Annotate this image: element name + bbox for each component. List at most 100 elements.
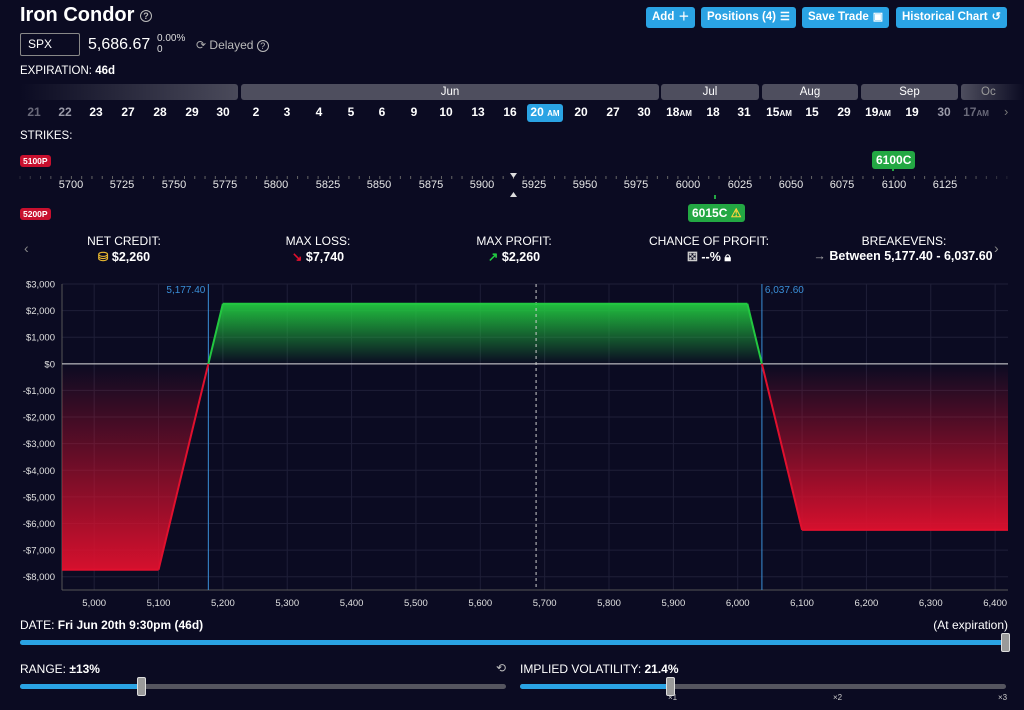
day-item[interactable]: 19 — [896, 104, 928, 120]
chance-label: CHANCE OF PROFIT: — [648, 234, 770, 248]
reset-icon[interactable]: ⟲ — [496, 661, 506, 675]
strike-tick[interactable]: 5750 — [162, 179, 186, 191]
x-tick-label: 5,400 — [340, 598, 364, 609]
page-title: Iron Condor ? — [20, 4, 152, 27]
day-item[interactable]: 30 — [207, 104, 239, 120]
day-item[interactable]: 13 — [462, 104, 494, 120]
strike-tick[interactable]: 6050 — [779, 179, 803, 191]
day-item[interactable]: 21 — [18, 104, 50, 120]
day-item[interactable]: 10 — [430, 104, 462, 120]
day-item[interactable]: 17AM — [958, 104, 994, 122]
range-slider-thumb[interactable] — [136, 677, 146, 696]
strike-tick[interactable]: 6100 — [882, 179, 906, 191]
month-band-oct[interactable]: Oc — [961, 84, 1024, 100]
net-credit-label: NET CREDIT: — [87, 234, 161, 248]
max-loss-label: MAX LOSS: — [285, 234, 351, 248]
strike-tick[interactable]: 6025 — [728, 179, 752, 191]
lock-icon[interactable]: 🔒︎ — [724, 250, 731, 264]
day-item[interactable]: 18AM — [662, 104, 696, 122]
day-item-selected[interactable]: 20 AM — [527, 104, 563, 122]
month-band-jun[interactable]: Jun — [241, 84, 659, 100]
day-item[interactable]: 29 — [828, 104, 860, 120]
strike-tick[interactable]: 5700 — [59, 179, 83, 191]
iv-slider-fill — [520, 684, 671, 689]
day-item[interactable]: 16 — [494, 104, 526, 120]
max-loss-value: ↘ $7,740 — [291, 250, 345, 264]
help-icon[interactable]: ? — [140, 9, 152, 22]
price-marker-top — [510, 173, 517, 178]
day-item[interactable]: 23 — [80, 104, 112, 120]
strike-badge-6015c[interactable]: 6015C ⚠ — [688, 204, 746, 222]
day-item[interactable]: 4 — [303, 104, 335, 120]
day-item[interactable]: 15 — [796, 104, 828, 120]
strike-tick[interactable]: 5825 — [316, 179, 340, 191]
x-tick-label: 5,300 — [275, 598, 299, 609]
month-band-jul[interactable]: Jul — [661, 84, 759, 100]
day-item[interactable]: 9 — [398, 104, 430, 120]
strike-tick[interactable]: 6000 — [676, 179, 700, 191]
y-tick-label: $1,000 — [26, 333, 55, 344]
y-tick-label: -$7,000 — [23, 546, 55, 557]
x-tick-label: 5,800 — [597, 598, 621, 609]
day-item[interactable]: 28 — [144, 104, 176, 120]
stats-next-icon[interactable]: › — [994, 240, 999, 256]
strike-tick[interactable]: 6075 — [830, 179, 854, 191]
day-item[interactable]: 18 — [697, 104, 729, 120]
y-tick-label: -$3,000 — [23, 439, 55, 450]
x-tick-label: 5,000 — [82, 598, 106, 609]
strike-tick[interactable]: 5925 — [522, 179, 546, 191]
price-marker-bottom — [510, 192, 517, 197]
delayed-help-icon[interactable]: ? — [256, 39, 269, 52]
iv-label: IMPLIED VOLATILITY: 21.4% — [520, 662, 679, 676]
day-item[interactable]: 5 — [335, 104, 367, 120]
add-button[interactable]: Add ＋ — [646, 7, 696, 28]
day-item[interactable]: 22 — [49, 104, 81, 120]
y-tick-label: $3,000 — [26, 280, 55, 291]
expiration-label: EXPIRATION: 46d — [20, 65, 116, 77]
day-item[interactable]: 15AM — [762, 104, 796, 122]
strike-tick[interactable]: 5800 — [264, 179, 288, 191]
strike-tick[interactable]: 5900 — [470, 179, 494, 191]
stats-prev-icon[interactable]: ‹ — [24, 240, 29, 256]
day-item[interactable]: 19AM — [861, 104, 895, 122]
day-item[interactable]: 30 — [928, 104, 960, 120]
x-tick-label: 6,100 — [790, 598, 814, 609]
historical-chart-button[interactable]: Historical Chart ↺ — [896, 7, 1007, 28]
scroll-right-icon[interactable]: › — [1004, 104, 1008, 119]
x-tick-label: 5,200 — [211, 598, 235, 609]
iv-tick: ×3 — [998, 693, 1008, 702]
strike-tick[interactable]: 5775 — [213, 179, 237, 191]
strike-ruler[interactable] — [0, 165, 1024, 199]
strike-tick[interactable]: 5725 — [110, 179, 134, 191]
month-band-aug[interactable]: Aug — [762, 84, 858, 100]
day-item[interactable]: 30 — [628, 104, 660, 120]
refresh-icon[interactable]: ⟳ — [196, 38, 206, 52]
day-item[interactable]: 6 — [366, 104, 398, 120]
y-tick-label: -$5,000 — [23, 492, 55, 503]
symbol-input[interactable]: SPX — [20, 33, 80, 56]
day-item[interactable]: 27 — [112, 104, 144, 120]
strike-tick[interactable]: 5950 — [573, 179, 597, 191]
strike-tick[interactable]: 5975 — [624, 179, 648, 191]
strike-tick[interactable]: 5850 — [367, 179, 391, 191]
history-icon: ↺ — [991, 11, 1001, 23]
positions-button[interactable]: Positions (4) ☰ — [701, 7, 796, 28]
pl-chart[interactable]: $3,000 $2,000 $1,000 $0 -$1,000 -$2,000 -$3,00… — [0, 270, 1024, 615]
max-profit-value: ↗ $2,260 — [487, 250, 541, 264]
save-trade-button[interactable]: Save Trade ▣ — [802, 7, 890, 28]
strike-tick[interactable]: 6125 — [933, 179, 957, 191]
warning-icon: ⚠ — [730, 206, 742, 220]
strike-tick[interactable]: 5875 — [419, 179, 443, 191]
strike-badge-5200p[interactable]: 5200P — [20, 208, 51, 220]
day-item[interactable]: 20 — [565, 104, 597, 120]
y-tick-label: -$4,000 — [23, 466, 55, 477]
day-item[interactable]: 27 — [597, 104, 629, 120]
x-tick-label: 5,600 — [468, 598, 492, 609]
month-band-sep[interactable]: Sep — [861, 84, 958, 100]
day-item[interactable]: 3 — [271, 104, 303, 120]
range-label: RANGE: ±13% — [20, 662, 100, 676]
day-item[interactable]: 31 — [728, 104, 760, 120]
day-item[interactable]: 2 — [240, 104, 272, 120]
day-item[interactable]: 29 — [176, 104, 208, 120]
date-slider-thumb[interactable] — [1001, 633, 1010, 652]
